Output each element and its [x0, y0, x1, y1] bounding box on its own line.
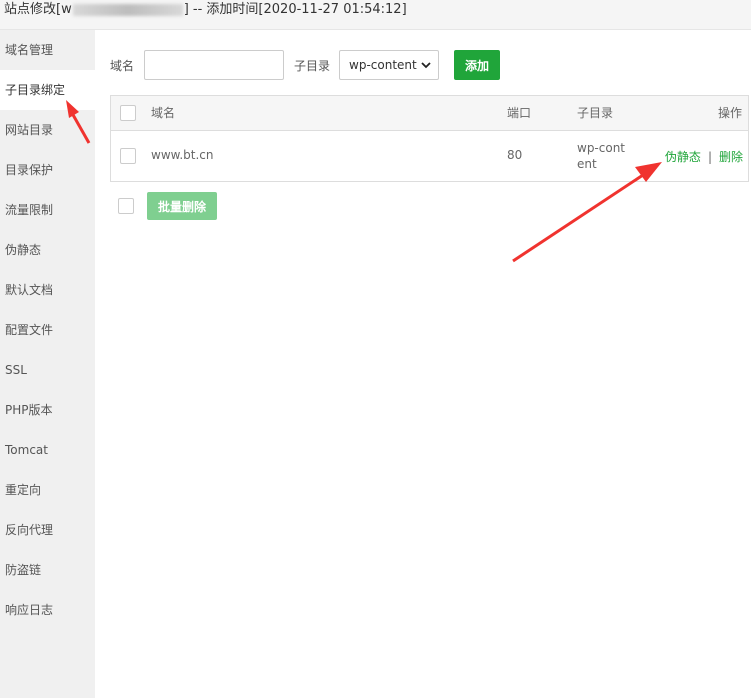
sidebar-item-label: 子目录绑定	[5, 83, 66, 97]
sidebar-item-hotlink-protection[interactable]: 防盗链	[0, 550, 95, 590]
sidebar-item-label: SSL	[5, 363, 27, 377]
binding-table: 域名 端口 子目录 操作 www.bt.cn 80 wp-content 伪静态…	[110, 95, 749, 182]
sidebar-item-label: 目录保护	[5, 163, 54, 177]
ops-separator: |	[707, 150, 712, 164]
table-row: www.bt.cn 80 wp-content 伪静态 | 删除	[111, 131, 748, 181]
sidebar-item-directory-protection[interactable]: 目录保护	[0, 150, 95, 190]
sidebar-item-label: 域名管理	[5, 43, 54, 57]
select-all-checkbox[interactable]	[120, 105, 136, 121]
sidebar-item-label: 重定向	[5, 483, 42, 497]
subdir-label: 子目录	[294, 58, 331, 73]
sidebar-item-site-directory[interactable]: 网站目录	[0, 110, 95, 150]
batch-actions: 批量删除	[118, 192, 217, 220]
sidebar-item-php-version[interactable]: PHP版本	[0, 390, 95, 430]
subdir-select-value: wp-content	[349, 58, 417, 72]
sidebar-item-reverse-proxy[interactable]: 反向代理	[0, 510, 95, 550]
window-titlebar: 站点修改[w ] -- 添加时间[2020-11-27 01:54:12]	[0, 0, 751, 30]
sidebar-item-tomcat[interactable]: Tomcat	[0, 430, 95, 470]
header-ops: 操作	[717, 106, 742, 120]
sidebar-item-label: 防盗链	[5, 563, 42, 577]
sidebar: 域名管理 子目录绑定 网站目录 目录保护 流量限制 伪静态 默认文档 配置文件 …	[0, 30, 95, 698]
domain-label: 域名	[110, 58, 135, 73]
sidebar-item-subdir-binding[interactable]: 子目录绑定	[0, 70, 95, 110]
row-domain: www.bt.cn	[151, 148, 214, 162]
redacted-domain	[72, 3, 183, 16]
sidebar-item-label: Tomcat	[5, 443, 48, 457]
add-button[interactable]: 添加	[454, 50, 501, 80]
sidebar-item-domain-management[interactable]: 域名管理	[0, 30, 95, 70]
sidebar-item-ssl[interactable]: SSL	[0, 350, 95, 390]
row-port: 80	[507, 148, 523, 162]
row-checkbox[interactable]	[120, 148, 136, 164]
sidebar-item-label: 反向代理	[5, 523, 54, 537]
sidebar-item-label: 网站目录	[5, 123, 54, 137]
delete-link[interactable]: 删除	[719, 150, 743, 164]
add-binding-form: 域名 子目录 wp-content 添加	[110, 50, 501, 80]
rewrite-link[interactable]: 伪静态	[665, 150, 701, 164]
sidebar-item-response-log[interactable]: 响应日志	[0, 590, 95, 630]
sidebar-item-config-file[interactable]: 配置文件	[0, 310, 95, 350]
sidebar-item-rewrite[interactable]: 伪静态	[0, 230, 95, 270]
row-ops: 伪静态 | 删除	[665, 148, 743, 165]
sidebar-item-redirect[interactable]: 重定向	[0, 470, 95, 510]
row-subdir: wp-content	[577, 141, 626, 171]
sidebar-item-default-document[interactable]: 默认文档	[0, 270, 95, 310]
main-panel: 域名 子目录 wp-content 添加 域名 端口 子目录 操作 www.bt…	[95, 30, 751, 698]
title-suffix: ] -- 添加时间[2020-11-27 01:54:12]	[183, 2, 407, 17]
sidebar-item-label: 伪静态	[5, 243, 42, 257]
sidebar-item-traffic-limit[interactable]: 流量限制	[0, 190, 95, 230]
sidebar-item-label: 流量限制	[5, 203, 54, 217]
header-domain: 域名	[151, 106, 176, 120]
title-prefix: 站点修改[	[4, 2, 62, 17]
sidebar-item-label: 配置文件	[5, 323, 54, 337]
title-domain-visible: w	[61, 2, 72, 17]
batch-delete-button[interactable]: 批量删除	[147, 192, 217, 220]
table-header: 域名 端口 子目录 操作	[111, 96, 748, 131]
header-subdir: 子目录	[577, 106, 614, 120]
header-port: 端口	[507, 106, 532, 120]
subdir-select[interactable]: wp-content	[339, 50, 440, 80]
domain-input[interactable]	[144, 50, 285, 80]
chevron-down-icon	[421, 62, 431, 69]
batch-select-checkbox[interactable]	[118, 198, 134, 214]
sidebar-item-label: 默认文档	[5, 283, 54, 297]
sidebar-item-label: 响应日志	[5, 603, 54, 617]
sidebar-item-label: PHP版本	[5, 403, 53, 417]
